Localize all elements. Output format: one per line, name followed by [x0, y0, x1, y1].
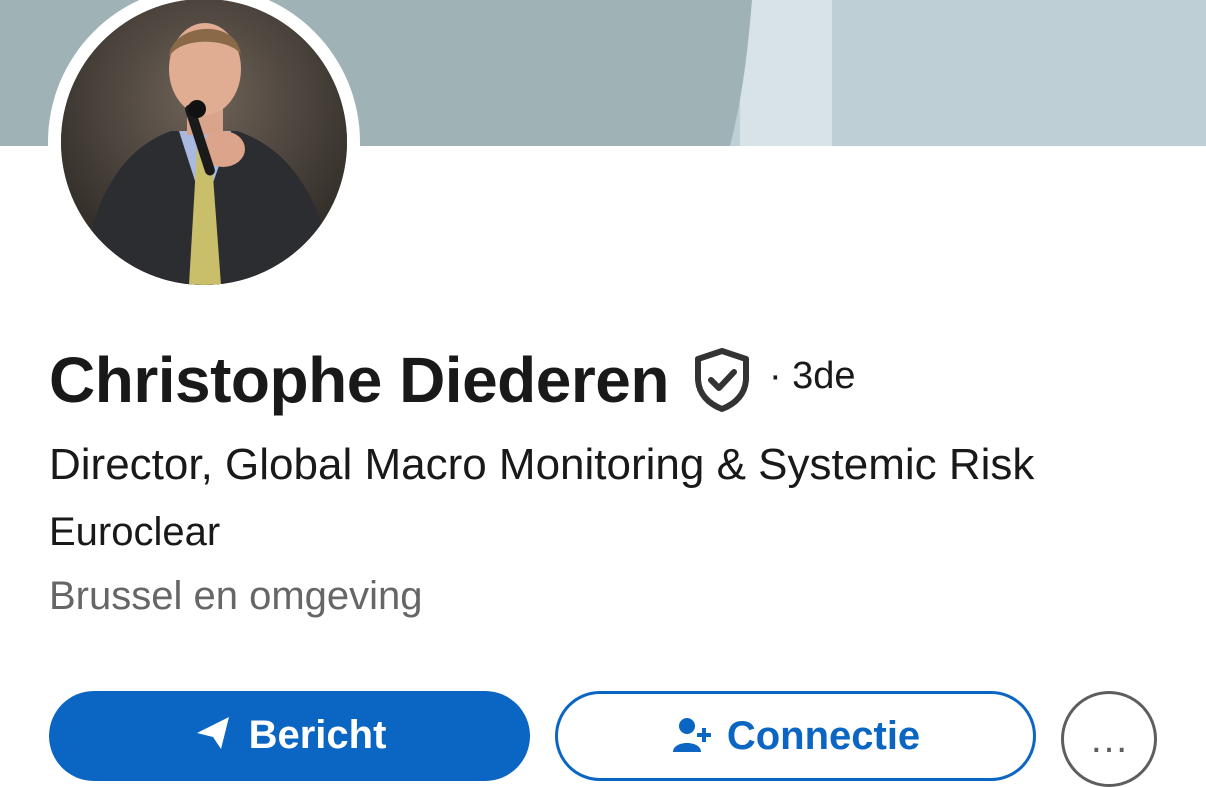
avatar-photo: [61, 0, 347, 285]
shield-check-icon[interactable]: [693, 348, 751, 412]
connect-button[interactable]: Connectie: [555, 691, 1036, 781]
profile-company[interactable]: Euroclear: [49, 510, 220, 555]
message-button-label: Bericht: [248, 713, 387, 757]
profile-name: Christophe Diederen: [49, 344, 669, 416]
more-button[interactable]: …: [1061, 691, 1157, 787]
message-button[interactable]: Bericht: [49, 691, 530, 781]
send-icon: [193, 713, 233, 753]
avatar[interactable]: [61, 0, 347, 285]
profile-headline: Director, Global Macro Monitoring & Syst…: [49, 440, 1035, 489]
profile-location: Brussel en omgeving: [49, 574, 423, 618]
connection-degree: · 3de: [768, 354, 856, 397]
connect-button-label: Connectie: [726, 714, 921, 758]
person-add-icon: [671, 714, 711, 754]
name-row: Christophe Diederen · 3de: [49, 338, 856, 422]
more-icon: …: [1089, 716, 1129, 761]
